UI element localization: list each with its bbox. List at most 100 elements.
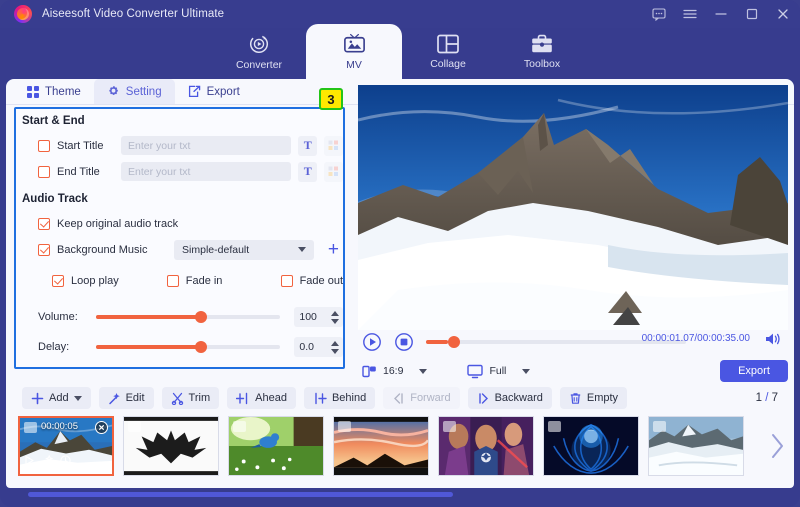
player-options-row: 16:9 Full Export — [358, 360, 788, 382]
tab-label-theme: Theme — [45, 85, 81, 98]
video-preview[interactable] — [358, 85, 788, 330]
insert-ahead-icon — [236, 392, 248, 404]
nav-label-collage: Collage — [430, 58, 466, 70]
background-music-select[interactable]: Simple-default — [174, 239, 314, 260]
thumb-media-type-icon — [548, 421, 561, 432]
tab-label-export: Export — [206, 85, 240, 98]
thumb-play-icon[interactable] — [24, 453, 35, 471]
move-backward-icon — [478, 392, 488, 404]
magic-wand-icon — [108, 392, 120, 404]
preview-frame-image — [358, 85, 788, 330]
volume-button[interactable] — [764, 331, 782, 352]
delay-stepper[interactable] — [326, 337, 343, 357]
forward-button[interactable]: Forward — [383, 387, 460, 409]
start-title-checkbox[interactable] — [38, 139, 50, 152]
backward-button[interactable]: Backward — [467, 387, 552, 409]
stop-button[interactable] — [394, 332, 414, 352]
nav-item-collage[interactable]: Collage — [400, 24, 496, 79]
close-icon — [95, 421, 108, 434]
stop-circle-icon — [395, 333, 413, 351]
tab-setting[interactable]: Setting — [93, 79, 175, 104]
timeline-scrollbar-track[interactable] — [6, 490, 794, 500]
delay-slider[interactable] — [96, 341, 281, 353]
chevron-down-icon — [522, 368, 531, 374]
scissors-icon — [171, 392, 183, 405]
tab-theme[interactable]: Theme — [14, 79, 94, 104]
thumb-mountain[interactable]: 00:00:05 — [18, 416, 114, 476]
feedback-icon[interactable] — [652, 7, 666, 21]
play-circle-icon — [363, 333, 381, 351]
toolbox-icon — [532, 34, 552, 53]
background-music-row: Background Music Simple-default + — [38, 238, 343, 261]
aspect-ratio-select[interactable]: 16:9 — [362, 364, 428, 379]
monitor-icon — [467, 364, 484, 378]
thumb-duration-icon[interactable] — [60, 453, 71, 471]
add-music-button[interactable]: + — [324, 240, 343, 260]
trim-button[interactable]: Trim — [161, 387, 220, 409]
thumb-blue-flower[interactable] — [543, 416, 639, 476]
screen-mode-select[interactable]: Full — [467, 364, 531, 379]
keep-original-audio-checkbox[interactable] — [38, 217, 50, 230]
thumb-bird[interactable] — [228, 416, 324, 476]
section-title-start-end: Start & End — [22, 115, 85, 127]
play-button[interactable] — [362, 332, 382, 352]
screen-mode-value: Full — [489, 365, 507, 377]
volume-slider[interactable] — [96, 311, 281, 323]
chevron-down-icon — [419, 368, 428, 374]
empty-button-label: Empty — [586, 392, 619, 404]
minimize-icon[interactable] — [714, 7, 728, 21]
end-title-text-style-button[interactable]: T — [298, 161, 318, 182]
edit-button[interactable]: Edit — [98, 387, 154, 409]
fade-out-checkbox[interactable] — [280, 274, 293, 287]
end-title-label: End Title — [57, 165, 100, 178]
nav-item-mv[interactable]: MV — [306, 24, 402, 79]
behind-button[interactable]: Behind — [303, 387, 376, 409]
thumb-avengers[interactable] — [438, 416, 534, 476]
clip-counter-current: 1 — [755, 392, 762, 404]
thumb-snow-mountain[interactable] — [648, 416, 744, 476]
close-icon[interactable] — [776, 7, 790, 21]
start-title-input[interactable] — [121, 136, 292, 155]
end-title-input[interactable] — [121, 162, 292, 181]
start-title-color-button[interactable] — [324, 135, 343, 156]
end-title-checkbox[interactable] — [38, 165, 50, 178]
thumb-media-type-icon — [128, 421, 141, 432]
thumb-sunset[interactable] — [333, 416, 429, 476]
thumb-edit-icon[interactable] — [42, 453, 54, 471]
timeline-scrollbar-thumb[interactable] — [28, 492, 453, 497]
fade-in-checkbox[interactable] — [166, 274, 179, 287]
tab-label-setting: Setting — [125, 85, 162, 98]
ahead-button[interactable]: Ahead — [227, 387, 296, 409]
add-button[interactable]: Add — [22, 387, 91, 409]
grid-icon — [27, 85, 39, 98]
nav-item-converter[interactable]: Converter — [211, 24, 307, 79]
settings-panel: Start & End Start Title T End Title T — [14, 107, 345, 369]
loop-play-checkbox[interactable] — [52, 274, 64, 287]
volume-label: Volume: — [38, 311, 78, 323]
fade-in-label: Fade in — [185, 274, 223, 287]
background-music-checkbox[interactable] — [38, 243, 50, 256]
start-title-text-style-button[interactable]: T — [298, 135, 318, 156]
thumb-media-type-icon — [24, 422, 37, 433]
delay-label: Delay: — [38, 341, 70, 353]
nav-item-toolbox[interactable]: Toolbox — [494, 24, 590, 79]
volume-value[interactable]: 100 — [294, 307, 327, 327]
volume-stepper[interactable] — [326, 307, 343, 327]
end-title-row: End Title T — [38, 160, 343, 183]
tab-export[interactable]: Export — [175, 79, 253, 104]
delay-value[interactable]: 0.0 — [294, 337, 327, 357]
export-button[interactable]: Export — [720, 360, 788, 382]
thumb-remove-button[interactable] — [95, 421, 108, 434]
plus-icon — [31, 392, 44, 404]
maximize-icon[interactable] — [745, 7, 759, 21]
menu-icon[interactable] — [683, 7, 697, 21]
thumb-media-type-icon — [653, 421, 666, 432]
next-page-arrow[interactable] — [766, 428, 788, 464]
clip-counter-separator: / — [765, 392, 769, 404]
loop-play-label: Loop play — [71, 274, 119, 287]
empty-button[interactable]: Empty — [559, 387, 628, 409]
thumb-batman[interactable] — [123, 416, 219, 476]
thumb-media-type-icon — [233, 421, 246, 432]
aspect-ratio-value: 16:9 — [383, 365, 404, 377]
end-title-color-button[interactable] — [324, 161, 343, 182]
